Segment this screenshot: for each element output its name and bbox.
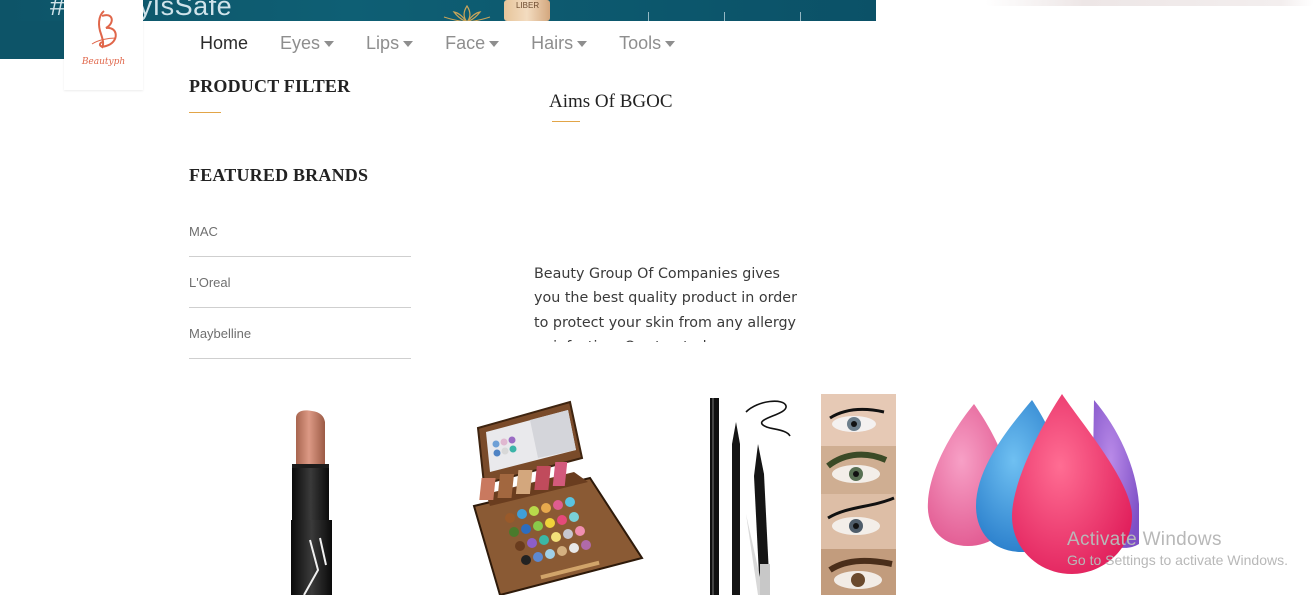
nav-item-hairs[interactable]: Hairs: [531, 32, 588, 54]
banner-strip: [0, 21, 64, 59]
caret-down-icon: [577, 41, 588, 47]
brand-list: MAC L'Oreal Maybelline: [189, 206, 411, 359]
nav-item-home[interactable]: Home: [200, 33, 248, 54]
product-eyeshadow-palette[interactable]: [470, 398, 646, 595]
nav-item-tools[interactable]: Tools: [619, 32, 676, 54]
nav-label: Hairs: [531, 32, 574, 53]
banner-product-tube: LIBER: [504, 0, 550, 21]
lotus-icon: [443, 4, 491, 21]
nav-item-eyes[interactable]: Eyes: [280, 32, 335, 54]
nav-label: Eyes: [280, 32, 321, 53]
heading-underline: [189, 112, 221, 113]
nav-label: Home: [200, 32, 249, 53]
palette-image: [472, 400, 644, 595]
banner-tube-label: LIBER: [516, 1, 540, 10]
brand-item-loreal[interactable]: L'Oreal: [189, 257, 411, 308]
caret-down-icon: [324, 41, 335, 47]
eye-photo-strips: [821, 394, 896, 595]
caret-down-icon: [665, 41, 676, 47]
lipstick-image: [291, 410, 332, 595]
heading-underline: [552, 121, 580, 122]
logo-letter-icon: [91, 10, 117, 49]
watermark-title: Activate Windows: [1067, 529, 1222, 550]
activate-windows-watermark: Activate Windows Go to Settings to activ…: [1067, 529, 1288, 568]
main-nav: Home Eyes Lips Face Hairs Tools: [200, 32, 707, 54]
product-lipstick[interactable]: [272, 400, 352, 595]
caret-down-icon: [403, 41, 414, 47]
site-logo[interactable]: Beautyph: [64, 0, 143, 90]
banner-divider: [648, 12, 649, 21]
banner-divider: [800, 12, 801, 21]
logo-wordmark: Beautyph: [81, 57, 126, 67]
top-right-decoration: [985, 0, 1314, 6]
page: #BeautyIsSafe LIBER Beautyph Home Eyes L…: [0, 0, 1314, 595]
nav-item-lips[interactable]: Lips: [366, 32, 414, 54]
aims-title: Aims Of BGOC: [549, 91, 673, 112]
featured-brands-heading: FEATURED BRANDS: [189, 165, 369, 185]
watermark-subtitle: Go to Settings to activate Windows.: [1067, 552, 1288, 568]
nav-label: Lips: [366, 32, 400, 53]
product-eyeliner[interactable]: [706, 394, 896, 595]
product-filter-heading: PRODUCT FILTER: [189, 76, 351, 96]
brand-item-maybelline[interactable]: Maybelline: [189, 308, 411, 359]
caret-down-icon: [489, 41, 500, 47]
nav-label: Tools: [619, 32, 662, 53]
nav-label: Face: [445, 32, 486, 53]
banner-divider: [724, 12, 725, 21]
aims-text: Beauty Group Of Companies gives you the …: [534, 266, 797, 342]
eyeliner-image: [710, 394, 896, 595]
nav-item-face[interactable]: Face: [445, 32, 500, 54]
brand-item-mac[interactable]: MAC: [189, 206, 411, 257]
